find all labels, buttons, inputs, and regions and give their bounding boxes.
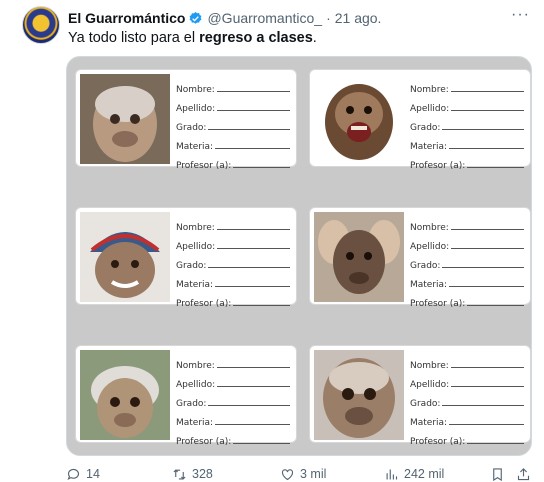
field-grado: Grado: [176, 390, 290, 409]
views-chart-icon [386, 469, 398, 479]
name-tag-card: Nombre: Apellido: Grado: Materia: Profes… [309, 345, 531, 447]
name-tag-card: Nombre: Apellido: Grado: Materia: Profes… [309, 69, 531, 171]
bookmark-icon [493, 467, 502, 481]
repost-icon [173, 468, 186, 480]
like-count: 3 mil [300, 467, 327, 481]
author-name[interactable]: El Guarromántico [68, 10, 185, 26]
field-nombre: Nombre: [176, 352, 290, 371]
separator-dot: · [326, 10, 331, 26]
reply-count: 14 [86, 467, 100, 481]
field-profesor: Profesor (a): [176, 290, 290, 309]
field-apellido: Apellido: [176, 371, 290, 390]
heart-icon [281, 468, 294, 480]
monkey-photo-4 [314, 212, 404, 302]
field-materia: Materia: [176, 133, 290, 152]
reply-button[interactable]: 14 [66, 467, 100, 482]
name-tag-card: Nombre: Apellido: Grado: Materia: Profes… [309, 207, 531, 309]
field-nombre: Nombre: [410, 214, 524, 233]
field-materia: Materia: [410, 133, 524, 152]
monkey-photo-1 [80, 74, 170, 164]
tweet-text: Ya todo listo para el regreso a clases. [68, 30, 317, 46]
field-profesor: Profesor (a): [176, 428, 290, 447]
field-apellido: Apellido: [176, 95, 290, 114]
tweet-actions-bar: 14 328 3 mil 242 mil [66, 466, 534, 482]
field-grado: Grado: [410, 390, 524, 409]
field-apellido: Apellido: [410, 371, 524, 390]
views-count: 242 mil [404, 467, 445, 481]
field-nombre: Nombre: [176, 214, 290, 233]
like-button[interactable]: 3 mil [280, 467, 326, 482]
field-apellido: Apellido: [410, 95, 524, 114]
author-handle[interactable]: @Guarromantico_ [207, 10, 322, 26]
field-materia: Materia: [410, 409, 524, 428]
tweet-header: El Guarromántico @Guarromantico_ · 21 ag… [68, 8, 381, 28]
tweet-text-bold: regreso a clases [199, 30, 313, 46]
field-profesor: Profesor (a): [176, 152, 290, 171]
monkey-photo-5 [80, 350, 170, 440]
field-profesor: Profesor (a): [410, 152, 524, 171]
field-materia: Materia: [176, 409, 290, 428]
field-grado: Grado: [410, 114, 524, 133]
name-tag-card: Nombre: Apellido: Grado: Materia: Profes… [75, 207, 297, 309]
field-apellido: Apellido: [410, 233, 524, 252]
field-profesor: Profesor (a): [410, 428, 524, 447]
tweet-date[interactable]: 21 ago. [335, 10, 382, 26]
field-profesor: Profesor (a): [410, 290, 524, 309]
monkey-photo-3 [80, 212, 170, 302]
more-options-icon[interactable]: ··· [511, 6, 530, 24]
tweet-text-suffix: . [312, 30, 317, 46]
field-apellido: Apellido: [176, 233, 290, 252]
bookmark-button[interactable] [490, 467, 505, 482]
verified-badge-icon [190, 11, 202, 24]
field-materia: Materia: [176, 271, 290, 290]
field-nombre: Nombre: [410, 76, 524, 95]
name-tag-card: Nombre: Apellido: Grado: Materia: Profes… [75, 345, 297, 447]
field-materia: Materia: [410, 271, 524, 290]
share-icon [517, 467, 530, 480]
author-avatar[interactable] [22, 6, 60, 44]
monkey-photo-6 [314, 350, 404, 440]
share-button[interactable] [516, 467, 531, 482]
tweet-media-image[interactable]: Nombre: Apellido: Grado: Materia: Profes… [66, 56, 532, 456]
field-grado: Grado: [176, 252, 290, 271]
name-tag-card: Nombre: Apellido: Grado: Materia: Profes… [75, 69, 297, 171]
repost-count: 328 [192, 467, 213, 481]
field-grado: Grado: [410, 252, 524, 271]
field-nombre: Nombre: [410, 352, 524, 371]
views-button[interactable]: 242 mil [384, 467, 444, 482]
monkey-photo-2 [314, 74, 404, 164]
reply-icon [67, 468, 80, 480]
field-grado: Grado: [176, 114, 290, 133]
tweet-text-prefix: Ya todo listo para el [68, 30, 200, 46]
repost-button[interactable]: 328 [172, 467, 213, 482]
field-nombre: Nombre: [176, 76, 290, 95]
